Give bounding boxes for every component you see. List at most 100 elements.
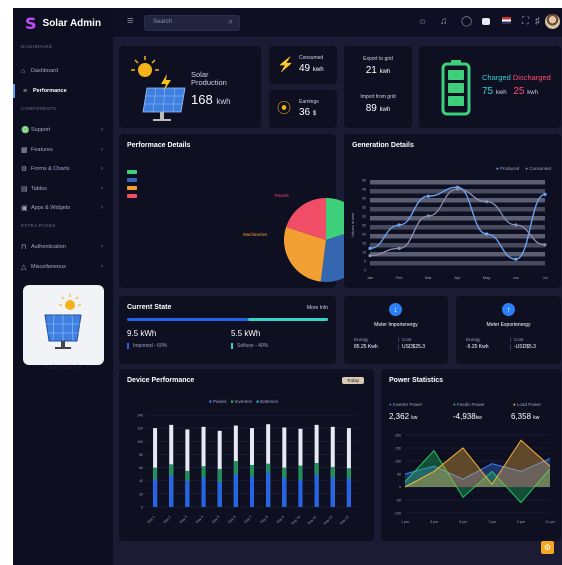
x-tick-label: 3 pm bbox=[430, 520, 438, 524]
x-tick-label: May bbox=[483, 275, 491, 280]
performance-details-title: Performace Details bbox=[127, 142, 191, 149]
y-tick-label: 20 bbox=[362, 233, 366, 237]
x-tick-label: 11 pm bbox=[545, 520, 555, 524]
data-point bbox=[397, 223, 401, 227]
bar-batteries bbox=[185, 480, 190, 507]
data-point bbox=[543, 243, 547, 247]
pie-legend-item bbox=[127, 178, 140, 182]
grid-band bbox=[370, 198, 545, 203]
x-tick-label: Day 4 bbox=[195, 515, 204, 524]
device-legend: ■ Panels ■ Inverters ■ Batteries bbox=[209, 399, 278, 404]
avatar[interactable] bbox=[545, 14, 560, 29]
export-grid-unit: kwh bbox=[379, 69, 391, 75]
import-grid-label: Import from grid bbox=[360, 94, 396, 100]
legend-swatch bbox=[127, 186, 137, 190]
device-legend-label: Batteries bbox=[260, 399, 278, 404]
cart-icon[interactable] bbox=[482, 17, 490, 28]
promo-label: Solar Admin bbox=[44, 365, 82, 372]
clipboard-icon: ⚙ bbox=[21, 166, 28, 173]
consumed-value: 49 bbox=[299, 63, 311, 74]
home-icon: ⌂ bbox=[21, 67, 26, 75]
x-tick-label: 9 pm bbox=[517, 520, 525, 524]
sidebar-item-performance[interactable]: ≡ Performance bbox=[13, 84, 113, 98]
data-point bbox=[485, 200, 489, 204]
section-components-label: COMPONENTS bbox=[21, 106, 57, 111]
y-tick-label: 80 bbox=[139, 453, 143, 457]
device-bar-chart: 0 20 40 60 80 100 120 140 Day 1 Day 2 Day 3 Day 4 Da… bbox=[137, 414, 357, 526]
sidebar-item-tables[interactable]: ▤ Tables › bbox=[13, 182, 113, 196]
section-extra-label: EXTRA PAGES bbox=[21, 223, 56, 228]
data-point bbox=[368, 254, 372, 258]
solar-panel-icon bbox=[131, 56, 186, 121]
x-tick-label: Day 2 bbox=[163, 515, 172, 524]
grid-band bbox=[370, 243, 545, 248]
device-legend-item: ■ Panels bbox=[209, 399, 227, 404]
stat-value-load: 6,358 kw bbox=[511, 412, 539, 421]
generation-legend-item: ● Produced bbox=[496, 166, 520, 171]
sidebar-item-forms-charts[interactable]: ⚙ Forms & Charts › bbox=[13, 162, 113, 176]
earnings-value-row: 36 $ bbox=[299, 107, 316, 118]
generation-details-title: Generation Details bbox=[352, 142, 414, 149]
power-area-chart: -100 -50 0 50 100 150 200 1 pm 3 pm 5 pm 7 pm 9 pm 1… bbox=[394, 434, 555, 525]
meter-export-card: ↑ Meter Exportenergy Energy -5.25 Kwh Co… bbox=[456, 296, 561, 364]
chat-icon[interactable]: ◯ bbox=[461, 16, 472, 27]
current-left-note: Imported - 60% bbox=[127, 343, 167, 349]
period-select[interactable]: Today bbox=[341, 377, 364, 384]
data-point bbox=[514, 223, 518, 227]
device-performance-title: Device Performance bbox=[127, 377, 195, 384]
fullscreen-icon[interactable]: ⛶ bbox=[522, 16, 529, 27]
earnings-unit: $ bbox=[312, 111, 317, 117]
stat-unit: kw bbox=[411, 415, 418, 421]
app-title: Solar Admin bbox=[42, 17, 102, 29]
grid-band bbox=[370, 180, 545, 185]
y-tick-label: 50 bbox=[362, 179, 366, 183]
sidebar-item-authentication[interactable]: ⊓ Authentication › bbox=[13, 240, 113, 254]
legend-swatch bbox=[127, 170, 137, 174]
bar-batteries bbox=[250, 476, 254, 507]
more-info-link[interactable]: More Info bbox=[307, 305, 328, 311]
grid-band bbox=[370, 207, 545, 212]
bell-icon[interactable]: ♫ bbox=[440, 16, 448, 27]
device-legend-item: ■ Batteries bbox=[256, 399, 278, 404]
x-tick-label: Day 3 bbox=[179, 515, 188, 524]
pie-label-machinery: Machineries bbox=[243, 232, 268, 237]
sidebar-item-miscellaneous[interactable]: △ Miscellaneous › bbox=[13, 260, 113, 274]
x-tick-label: Feb bbox=[396, 275, 404, 280]
sidebar-item-apps-widgets[interactable]: ▣ Apps & Widgets › bbox=[13, 201, 113, 215]
current-left-value: 9.5 kWh bbox=[127, 329, 157, 338]
consumed-label: Consumed bbox=[299, 55, 324, 61]
power-statistics-title: Power Statistics bbox=[389, 377, 444, 384]
hamburger-menu-icon[interactable]: ≡ bbox=[127, 15, 133, 27]
table-icon: ▤ bbox=[21, 186, 28, 193]
y-tick-label: 60 bbox=[139, 466, 143, 470]
grid-card: Export to grid 21 kwh Import from grid 8… bbox=[344, 46, 412, 128]
earnings-card: ⦿ Earnings 36 $ bbox=[269, 90, 337, 128]
solar-production-unit: kwh bbox=[216, 97, 231, 106]
y-tick-label: 140 bbox=[137, 414, 143, 418]
stat-label-text: Load Power bbox=[516, 402, 542, 407]
sidebar-item-support[interactable]: ♎ Support › bbox=[13, 123, 113, 137]
logo-icon: S bbox=[25, 13, 37, 33]
brand[interactable]: S Solar Admin bbox=[13, 8, 113, 38]
x-tick-label: Jun bbox=[513, 275, 519, 280]
stat-label-inverter: ● Inverter Power bbox=[389, 402, 423, 407]
y-tick-label: 0 bbox=[399, 486, 401, 490]
settings-fab-button[interactable]: ⚙ bbox=[541, 541, 554, 554]
y-tick-label: 150 bbox=[395, 447, 401, 451]
battery-values-row: 75 kwh 25 kwh bbox=[482, 86, 538, 97]
search-input[interactable]: Search ⌕ bbox=[144, 15, 240, 31]
flag-icon[interactable] bbox=[502, 16, 511, 27]
grid-band bbox=[370, 234, 545, 239]
meter-export-energy-value: -5.25 Kwh bbox=[466, 344, 489, 350]
search-placeholder: Search bbox=[153, 19, 173, 25]
import-grid-value-row: 89 kwh bbox=[344, 103, 412, 114]
settings-icon[interactable]: ♯ bbox=[535, 16, 540, 27]
y-tick-label: 40 bbox=[362, 197, 366, 201]
x-tick-label: Day 1 bbox=[146, 515, 155, 524]
data-point bbox=[514, 257, 518, 261]
sidebar-item-dashboard[interactable]: ⌂ Dashboard bbox=[13, 64, 113, 78]
sidebar-item-features[interactable]: ▦ Features › bbox=[13, 143, 113, 157]
y-tick-label: -100 bbox=[394, 512, 401, 516]
solar-production-card: Solar Production 168 kwh bbox=[119, 46, 261, 128]
sun-icon[interactable]: ☼ bbox=[418, 16, 427, 27]
